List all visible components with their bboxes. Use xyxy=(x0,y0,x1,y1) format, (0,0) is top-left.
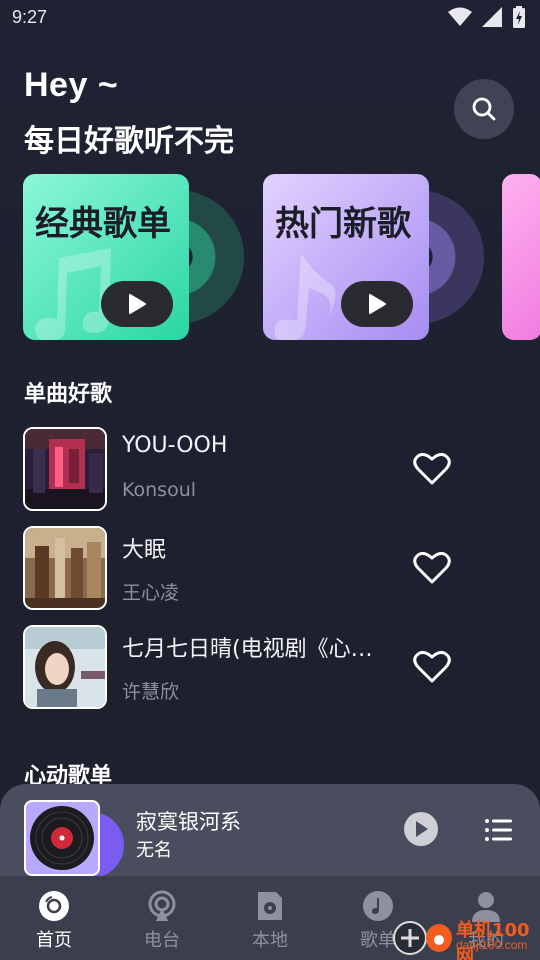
tab-home[interactable]: 首页 xyxy=(0,876,108,960)
local-file-icon xyxy=(258,892,282,920)
vinyl-record-icon xyxy=(30,806,94,870)
card-partial[interactable] xyxy=(502,174,540,340)
song-row[interactable]: 大眠 王心凌 xyxy=(23,526,523,610)
song-artist: Konsoul xyxy=(122,479,197,501)
tab-radio[interactable]: 电台 xyxy=(108,876,216,960)
radio-icon xyxy=(148,890,176,921)
status-icons xyxy=(448,6,526,28)
battery-icon xyxy=(513,6,525,28)
card-play-button[interactable] xyxy=(341,281,413,327)
song-artist: 王心凌 xyxy=(122,582,180,604)
album-art xyxy=(23,625,107,709)
card-title: 热门新歌 xyxy=(275,204,411,244)
album-art xyxy=(23,427,107,511)
card-title: 经典歌单 xyxy=(35,204,171,244)
tab-label: 首页 xyxy=(36,930,72,951)
song-title: 七月七日晴(电视剧《心… xyxy=(122,637,373,662)
status-time: 9:27 xyxy=(12,7,48,27)
watermark-url: danji100.com xyxy=(456,938,528,952)
mini-player-art xyxy=(24,800,100,876)
song-title: 大眠 xyxy=(122,538,167,563)
song-row[interactable]: YOU-OOH Konsoul xyxy=(23,427,523,511)
page-subtitle: 每日好歌听不完 xyxy=(24,124,234,159)
play-icon xyxy=(129,294,146,314)
search-button[interactable] xyxy=(454,79,514,139)
signal-icon xyxy=(482,7,502,27)
mini-play-button[interactable] xyxy=(404,812,438,846)
song-title: YOU-OOH xyxy=(122,433,228,458)
section-title-singles: 单曲好歌 xyxy=(24,382,113,407)
mini-player[interactable]: 寂寞银河系 无名 xyxy=(0,784,540,878)
tab-label: 本地 xyxy=(252,930,288,951)
song-artist: 许慧欣 xyxy=(122,681,180,703)
tab-label: 电台 xyxy=(144,930,180,951)
card-play-button[interactable] xyxy=(101,281,173,327)
heart-icon[interactable] xyxy=(413,551,451,585)
heart-icon[interactable] xyxy=(413,452,451,486)
playlist-queue-icon[interactable] xyxy=(484,818,514,842)
tab-local[interactable]: 本地 xyxy=(216,876,324,960)
watermark-brand-icon xyxy=(426,924,452,952)
greeting-text: Hey ~ xyxy=(24,66,119,104)
heart-icon[interactable] xyxy=(413,650,451,684)
watermark-logo: 单机100网 danji100.com xyxy=(390,914,540,960)
wifi-icon xyxy=(448,7,472,26)
search-icon xyxy=(472,97,496,121)
mini-player-artist: 无名 xyxy=(136,840,172,861)
card-classic-playlist[interactable]: 经典歌单 xyxy=(23,174,189,340)
album-art xyxy=(23,526,107,610)
home-disc-icon xyxy=(39,891,69,921)
status-bar: 9:27 xyxy=(0,0,540,36)
play-icon xyxy=(369,294,386,314)
watermark-plus-icon xyxy=(393,921,427,955)
card-hot-new-songs[interactable]: 热门新歌 xyxy=(263,174,429,340)
song-row[interactable]: 七月七日晴(电视剧《心… 许慧欣 xyxy=(23,625,523,709)
mini-player-title: 寂寞银河系 xyxy=(136,810,241,834)
play-icon xyxy=(416,821,428,837)
